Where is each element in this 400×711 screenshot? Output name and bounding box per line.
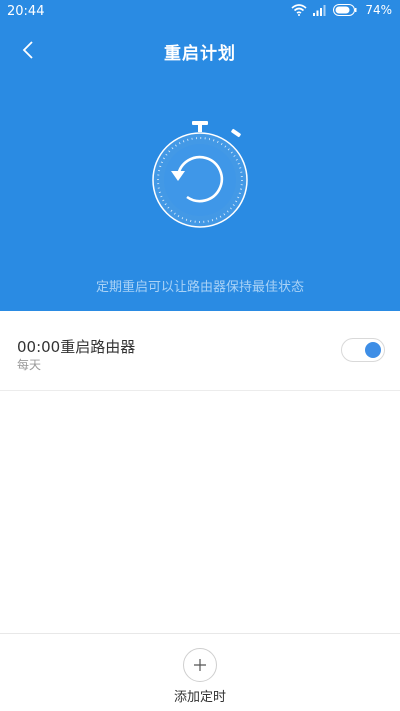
hero-subtitle: 定期重启可以让路由器保持最佳状态: [95, 280, 304, 295]
page-title: 重启计划: [164, 44, 236, 64]
status-icons: 74%: [291, 3, 392, 17]
status-time: 20:44: [7, 4, 45, 19]
header-hero: 20:44 74% 重启计划 定期重启可以让路由器保持最佳状态: [0, 0, 400, 311]
schedule-item[interactable]: 00:00重启路由器 每天: [0, 311, 400, 391]
add-schedule-button[interactable]: [183, 648, 217, 682]
schedule-toggle[interactable]: [341, 338, 385, 362]
schedule-title: 00:00重启路由器: [17, 338, 136, 356]
battery-icon: [333, 4, 357, 16]
schedule-repeat: 每天: [17, 358, 42, 372]
wifi-icon: [291, 4, 307, 16]
add-schedule-label[interactable]: 添加定时: [0, 686, 400, 705]
bottom-bar: 添加定时: [0, 633, 400, 711]
battery-percent: 74%: [365, 3, 392, 17]
title-bar: 重启计划: [0, 24, 400, 76]
plus-icon: [194, 659, 206, 671]
stopwatch-restart-icon: [152, 121, 248, 228]
status-bar: 20:44 74%: [0, 0, 400, 24]
toggle-knob: [365, 342, 381, 358]
signal-icon: [313, 5, 326, 16]
